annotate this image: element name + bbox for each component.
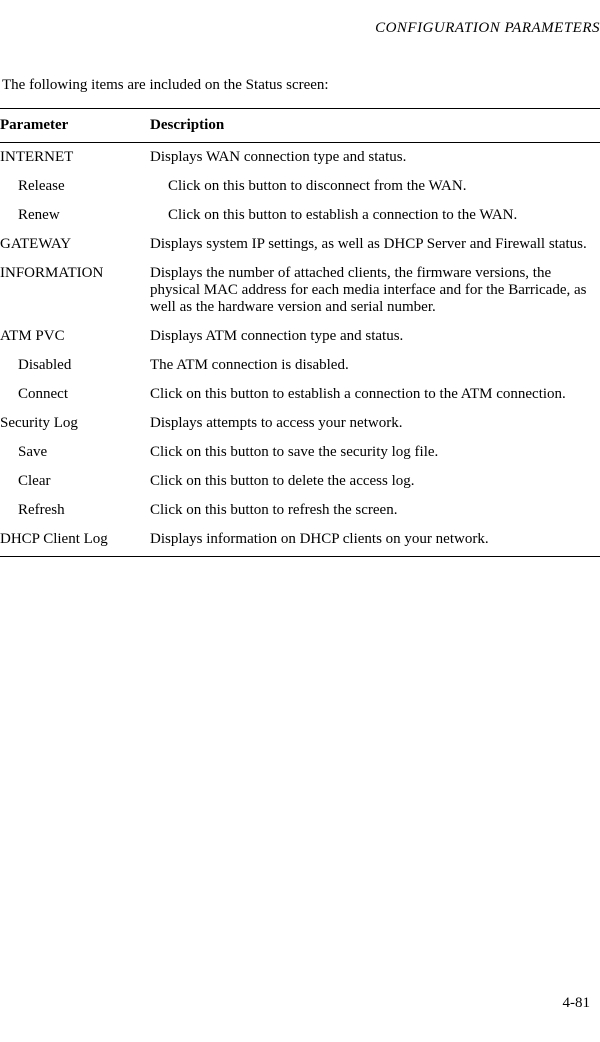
param-cell: Security Log <box>0 409 150 438</box>
param-cell: INTERNET <box>0 143 150 173</box>
table-header-row: Parameter Description <box>0 109 600 143</box>
desc-cell: Displays system IP settings, as well as … <box>150 230 600 259</box>
table-row: ConnectClick on this button to establish… <box>0 380 600 409</box>
desc-cell: Click on this button to refresh the scre… <box>150 496 600 525</box>
desc-cell: Displays ATM connection type and status. <box>150 322 600 351</box>
intro-text: The following items are included on the … <box>2 77 600 94</box>
header-description: Description <box>150 109 600 143</box>
table-row: ATM PVCDisplays ATM connection type and … <box>0 322 600 351</box>
table-row: SaveClick on this button to save the sec… <box>0 438 600 467</box>
param-cell: Refresh <box>0 496 150 525</box>
desc-cell: Click on this button to establish a conn… <box>150 201 600 230</box>
table-row: DisabledThe ATM connection is disabled. <box>0 351 600 380</box>
table-row: Security LogDisplays attempts to access … <box>0 409 600 438</box>
param-cell: Disabled <box>0 351 150 380</box>
desc-cell: Click on this button to establish a conn… <box>150 380 600 409</box>
desc-cell: Click on this button to disconnect from … <box>150 172 600 201</box>
desc-cell: The ATM connection is disabled. <box>150 351 600 380</box>
header-parameter: Parameter <box>0 109 150 143</box>
desc-cell: Displays the number of attached clients,… <box>150 259 600 322</box>
param-cell: Clear <box>0 467 150 496</box>
desc-cell: Displays attempts to access your network… <box>150 409 600 438</box>
table-row: ClearClick on this button to delete the … <box>0 467 600 496</box>
param-cell: INFORMATION <box>0 259 150 322</box>
desc-cell: Displays information on DHCP clients on … <box>150 525 600 557</box>
table-row: RefreshClick on this button to refresh t… <box>0 496 600 525</box>
param-cell: Save <box>0 438 150 467</box>
table-row: ReleaseClick on this button to disconnec… <box>0 172 600 201</box>
param-cell: Release <box>0 172 150 201</box>
table-row: RenewClick on this button to establish a… <box>0 201 600 230</box>
desc-cell: Displays WAN connection type and status. <box>150 143 600 173</box>
param-cell: DHCP Client Log <box>0 525 150 557</box>
desc-cell: Click on this button to delete the acces… <box>150 467 600 496</box>
page-header-title: CONFIGURATION PARAMETERS <box>0 20 600 37</box>
table-row: INFORMATIONDisplays the number of attach… <box>0 259 600 322</box>
param-cell: Connect <box>0 380 150 409</box>
param-cell: ATM PVC <box>0 322 150 351</box>
desc-cell: Click on this button to save the securit… <box>150 438 600 467</box>
parameter-table: Parameter Description INTERNETDisplays W… <box>0 108 600 557</box>
param-cell: Renew <box>0 201 150 230</box>
page-number: 4-81 <box>563 995 591 1012</box>
table-row: GATEWAYDisplays system IP settings, as w… <box>0 230 600 259</box>
table-row: INTERNETDisplays WAN connection type and… <box>0 143 600 173</box>
table-row: DHCP Client LogDisplays information on D… <box>0 525 600 557</box>
param-cell: GATEWAY <box>0 230 150 259</box>
